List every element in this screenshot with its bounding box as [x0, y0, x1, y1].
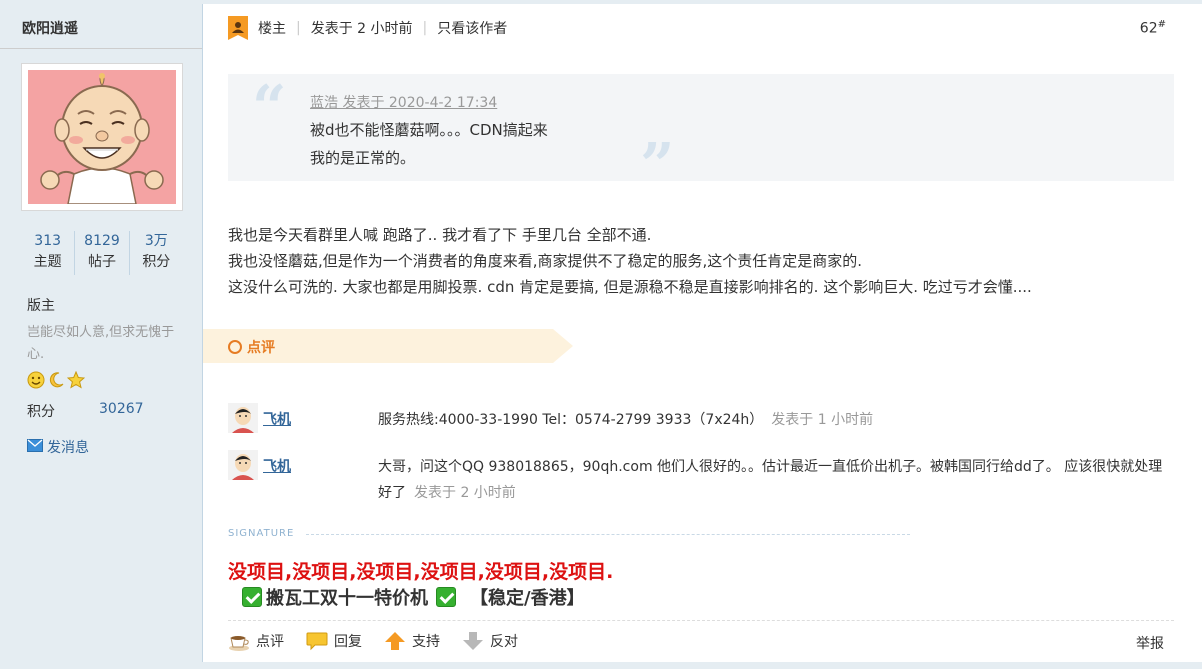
post-time: 发表于 2 小时前 — [310, 21, 413, 37]
stat-value[interactable]: 8129 — [75, 231, 128, 251]
quote-line: 我的是正常的。 — [310, 149, 416, 167]
quote-meta-link[interactable]: 蓝浩 发表于 2020-4-2 17:34 — [310, 92, 497, 112]
stat-value[interactable]: 3万 — [130, 231, 183, 251]
stat-points[interactable]: 3万 积分 — [130, 231, 183, 275]
send-message-label: 发消息 — [47, 440, 89, 456]
post-header: 楼主 | 发表于 2 小时前 | 只看该作者 — [228, 16, 1168, 40]
author-stats: 313 主题 8129 帖子 3万 积分 — [21, 231, 183, 275]
comment-user-link[interactable]: 飞机 — [263, 409, 291, 429]
reply-label: 回复 — [334, 634, 362, 650]
points-label: 积分 — [27, 404, 55, 420]
divider — [0, 48, 202, 49]
avatar[interactable] — [228, 403, 258, 433]
post-actions: 点评 回复 支持 反对 — [228, 630, 540, 652]
reply-button[interactable]: 回复 — [306, 630, 362, 652]
smiley-icon — [27, 371, 45, 389]
post-body-line: 这没什么可洗的. 大家也都是用脚投票. cdn 肯定是要搞, 但是源稳不稳是直接… — [228, 278, 1032, 296]
arrow-down-icon — [462, 630, 484, 652]
comment-time: 发表于 1 小时前 — [771, 412, 874, 428]
author-role[interactable]: 版主 — [27, 295, 55, 315]
op-label: 楼主 — [258, 21, 286, 37]
post-body-line: 我也没怪蘑菇,但是作为一个消费者的角度来看,商家提供不了稳定的服务,这个责任肯定… — [228, 252, 863, 270]
comment-button[interactable]: 点评 — [228, 630, 284, 652]
comment-user-link[interactable]: 飞机 — [263, 456, 291, 476]
comment-item: 飞机 大哥，问这个QQ 938018865，90qh.com 他们人很好的。。估… — [228, 450, 1174, 510]
cartoon-old-man-avatar — [28, 70, 176, 204]
post-body-line: 我也是今天看群里人喊 跑路了.. 我才看了下 手里几台 全部不通. — [228, 226, 652, 244]
author-avatar[interactable] — [21, 63, 183, 211]
check-icon — [436, 587, 456, 607]
comments-tab: 点评 — [228, 337, 275, 357]
bottom-border — [0, 662, 1202, 669]
support-button[interactable]: 支持 — [384, 630, 440, 652]
oppose-label: 反对 — [490, 634, 518, 650]
promo-text[interactable]: 搬瓦工双十一特价机 — [266, 584, 428, 610]
signature-promo[interactable]: 搬瓦工双十一特价机 【稳定/香港】 — [242, 584, 585, 610]
stat-threads[interactable]: 313 主题 — [21, 231, 76, 275]
stat-value[interactable]: 313 — [21, 231, 74, 251]
floor-mark: # — [1157, 19, 1166, 30]
quote-line: 被d也不能怪蘑菇啊。。。CDN搞起来 — [310, 121, 548, 139]
moon-icon — [47, 371, 65, 389]
envelope-icon — [27, 438, 43, 456]
support-label: 支持 — [412, 634, 440, 650]
quote-close-icon: ” — [640, 131, 675, 201]
comment-content: 服务热线:4000-33-1990 Tel：0574-2799 3933（7x2… — [378, 412, 764, 428]
floor-value: 62 — [1139, 20, 1158, 37]
avatar[interactable] — [228, 450, 258, 480]
comment-item: 飞机 服务热线:4000-33-1990 Tel：0574-2799 3933（… — [228, 403, 1174, 437]
comment-text: 服务热线:4000-33-1990 Tel：0574-2799 3933（7x2… — [378, 407, 1173, 433]
send-message-link[interactable]: 发消息 — [27, 437, 89, 457]
comment-label: 点评 — [256, 634, 284, 650]
post-body: 我也是今天看群里人喊 跑路了.. 我才看了下 手里几台 全部不通. 我也没怪蘑菇… — [228, 222, 1174, 300]
author-badges — [27, 370, 86, 389]
report-link[interactable]: 举报 — [1136, 633, 1164, 653]
quote-block: “ 蓝浩 发表于 2020-4-2 17:34 被d也不能怪蘑菇啊。。。CDN搞… — [228, 73, 1174, 196]
only-author-link[interactable]: 只看该作者 — [437, 18, 507, 38]
stat-label: 主题 — [33, 254, 62, 270]
comment-text: 大哥，问这个QQ 938018865，90qh.com 他们人很好的。。估计最近… — [378, 454, 1173, 506]
comments-tab-label: 点评 — [247, 340, 275, 356]
check-icon — [242, 587, 262, 607]
author-sidebar: 欧阳逍遥 313 主题 8129 帖子 3万 积分 版主 岂能尽如人意,但求无愧… — [0, 4, 203, 662]
author-points: 积分 30267 — [27, 401, 144, 421]
author-name[interactable]: 欧阳逍遥 — [22, 18, 78, 38]
stat-label: 积分 — [142, 254, 171, 270]
ring-icon — [228, 340, 242, 354]
separator: | — [296, 20, 301, 36]
signature-label: SIGNATURE — [228, 528, 295, 539]
action-divider — [228, 620, 1174, 621]
quote-open-icon: “ — [252, 73, 287, 143]
speech-bubble-icon — [306, 630, 328, 652]
promo-tag[interactable]: 【稳定/香港】 — [470, 584, 585, 610]
stat-label: 帖子 — [87, 254, 116, 270]
arrow-up-icon — [384, 630, 406, 652]
signature-divider — [306, 534, 910, 535]
signature-red-text: 没项目,没项目,没项目,没项目,没项目,没项目. — [228, 561, 614, 583]
comment-time: 发表于 2 小时前 — [414, 485, 516, 501]
points-value: 30267 — [99, 401, 144, 417]
coffee-cup-icon — [228, 630, 250, 652]
op-bookmark-icon — [228, 16, 248, 40]
floor-number[interactable]: 62# — [1140, 19, 1166, 37]
oppose-button[interactable]: 反对 — [462, 630, 518, 652]
author-motto: 岂能尽如人意,但求无愧于心. — [27, 325, 175, 362]
separator: | — [422, 20, 428, 36]
stat-posts[interactable]: 8129 帖子 — [75, 231, 130, 275]
star-icon — [66, 370, 86, 389]
